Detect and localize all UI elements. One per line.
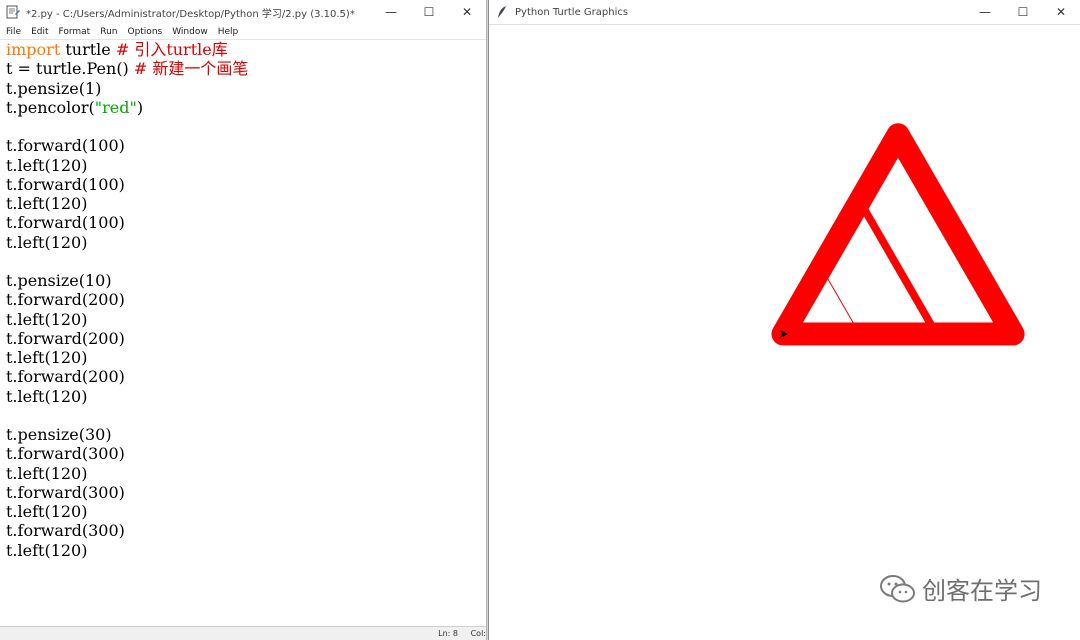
turtle-drawing	[771, 123, 1025, 346]
wechat-icon	[880, 574, 915, 602]
code-line: t.forward(200)	[6, 329, 486, 348]
code-line: t.left(120)	[6, 194, 486, 213]
turtle-canvas	[489, 24, 1080, 640]
close-button[interactable]: ✕	[448, 0, 486, 24]
minimize-button[interactable]: —	[372, 0, 410, 24]
code-token: t.left(120)	[6, 386, 88, 406]
code-line: t.left(120)	[6, 310, 486, 329]
code-line: t.left(120)	[6, 387, 486, 406]
code-token: t.forward(200)	[6, 328, 125, 348]
idle-editor-window: *2.py - C:/Users/Administrator/Desktop/P…	[0, 0, 487, 640]
code-token: t.left(120)	[6, 463, 88, 483]
menu-edit[interactable]: Edit	[25, 27, 52, 37]
code-token: t.left(120)	[6, 232, 88, 252]
menu-window[interactable]: Window	[166, 27, 212, 37]
code-line: t.left(120)	[6, 464, 486, 483]
code-token: turtle	[60, 40, 116, 59]
code-token: )	[136, 97, 144, 117]
code-line: t.forward(100)	[6, 136, 486, 155]
code-token: t.forward(200)	[6, 367, 125, 387]
close-button[interactable]: ✕	[1042, 0, 1080, 24]
status-col: Col:	[470, 629, 486, 638]
idle-app-icon	[6, 5, 20, 19]
maximize-button[interactable]: ☐	[410, 0, 448, 24]
code-token: t.left(120)	[6, 348, 88, 367]
menu-options[interactable]: Options	[121, 27, 166, 37]
code-token: # 新建一个画笔	[133, 59, 249, 79]
status-bar: Ln: 8 Col:	[0, 626, 486, 640]
menu-run[interactable]: Run	[94, 27, 121, 37]
code-token: t.forward(300)	[6, 521, 125, 541]
code-token: t.forward(300)	[6, 444, 125, 464]
code-line: t.forward(100)	[6, 213, 486, 232]
code-line: t.forward(300)	[6, 444, 486, 463]
code-line: t.pencolor("red")	[6, 98, 486, 117]
idle-window-title: *2.py - C:/Users/Administrator/Desktop/P…	[26, 8, 355, 20]
minimize-button[interactable]: —	[966, 0, 1004, 24]
menubar: File Edit Format Run Options Window Help	[0, 24, 486, 40]
code-token: t.pencolor(	[6, 97, 95, 117]
code-token: t.forward(200)	[6, 290, 125, 310]
code-line: t.pensize(30)	[6, 425, 486, 444]
idle-titlebar[interactable]: *2.py - C:/Users/Administrator/Desktop/P…	[0, 0, 486, 24]
code-line: t.forward(300)	[6, 483, 486, 502]
code-token: t = turtle.Pen()	[6, 59, 134, 79]
code-token: t.forward(300)	[6, 482, 125, 502]
watermark-text: 创客在学习	[922, 577, 1042, 605]
turtle-window-title: Python Turtle Graphics	[515, 6, 629, 18]
turtle-graphics-window: Python Turtle Graphics — ☐ ✕ 创客在学习	[488, 0, 1080, 640]
code-line: t.left(120)	[6, 156, 486, 175]
code-token: t.pensize(30)	[6, 425, 112, 444]
triangle-pensize-30	[771, 123, 1025, 346]
code-token: t.pensize(1)	[6, 78, 102, 98]
code-token: "red"	[94, 97, 137, 117]
code-token: t.left(120)	[6, 540, 88, 560]
menu-help[interactable]: Help	[212, 27, 243, 37]
code-token: t.left(120)	[6, 155, 88, 175]
code-token: t.pensize(10)	[6, 271, 112, 290]
code-line: t.forward(300)	[6, 521, 486, 540]
status-line: Ln: 8	[438, 629, 458, 638]
menu-file[interactable]: File	[0, 27, 25, 37]
code-line: t.left(120)	[6, 502, 486, 521]
code-token: t.forward(100)	[6, 136, 125, 156]
menu-format[interactable]: Format	[53, 27, 95, 37]
code-editor[interactable]: import turtle # 引入turtle库 t = turtle.Pen(…	[0, 40, 486, 627]
code-line: t.forward(200)	[6, 290, 486, 309]
code-token: t.left(120)	[6, 502, 88, 521]
code-line: t.pensize(1)	[6, 79, 486, 98]
code-line: t.left(120)	[6, 233, 486, 252]
code-token: import	[6, 40, 61, 59]
code-line: t.forward(100)	[6, 175, 486, 194]
code-line: t.forward(200)	[6, 367, 486, 386]
code-line: t.pensize(10)	[6, 271, 486, 290]
code-token: t.left(120)	[6, 194, 88, 213]
code-line: import turtle # 引入turtle库	[6, 40, 486, 59]
code-line: t.left(120)	[6, 541, 486, 560]
code-token: t.forward(100)	[6, 213, 125, 233]
watermark: 创客在学习	[878, 571, 1042, 606]
code-line: t = turtle.Pen() # 新建一个画笔	[6, 59, 486, 78]
maximize-button[interactable]: ☐	[1004, 0, 1042, 24]
turtle-titlebar[interactable]: Python Turtle Graphics — ☐ ✕	[489, 0, 1080, 24]
code-token: t.forward(100)	[6, 174, 125, 194]
feather-icon	[498, 6, 506, 18]
code-line: t.left(120)	[6, 348, 486, 367]
code-token: t.left(120)	[6, 309, 88, 329]
code-token: # 引入turtle库	[115, 40, 228, 59]
